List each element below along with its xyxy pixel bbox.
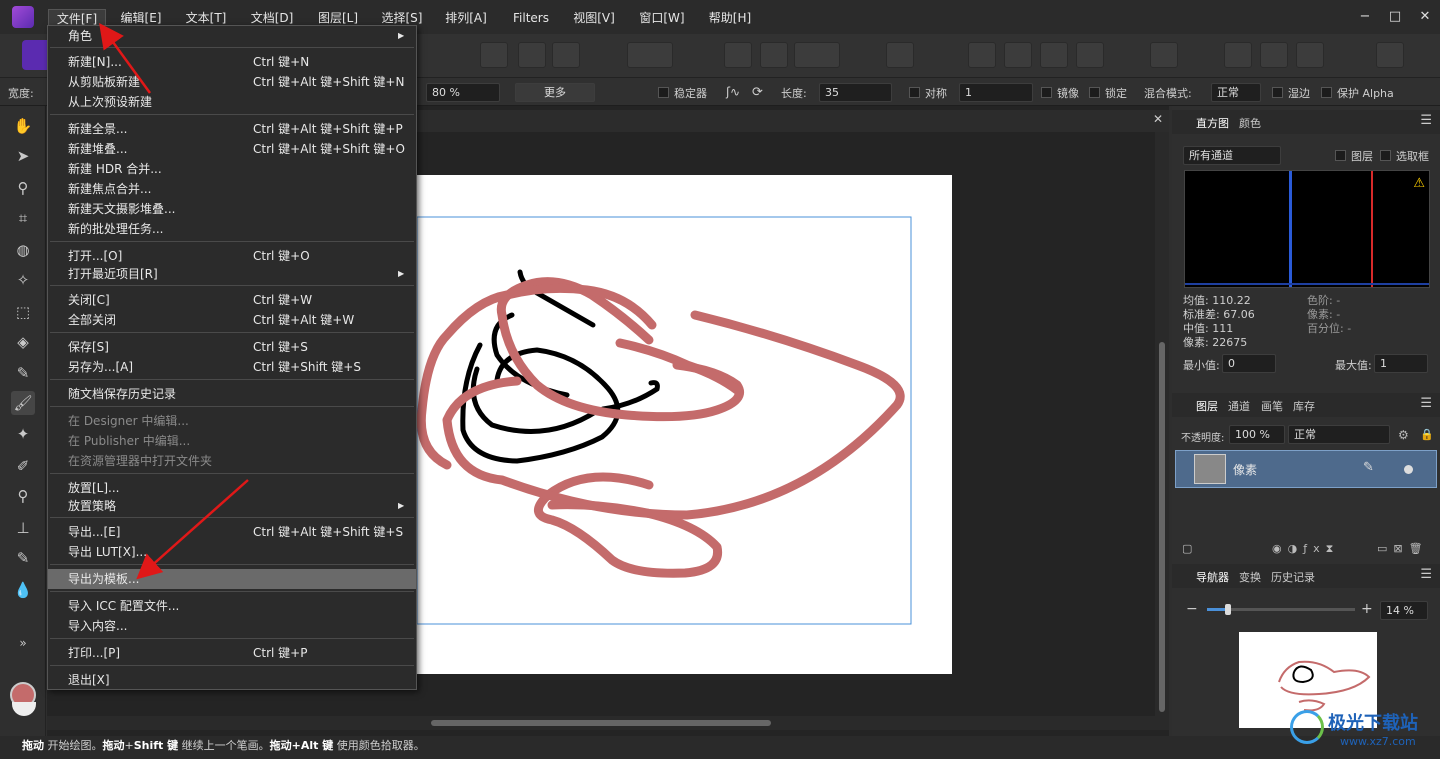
- annotation-arrows: [99, 22, 249, 580]
- annotation-arrow-export-template: [136, 479, 249, 580]
- annotation-arrow-file-menu: [99, 22, 152, 94]
